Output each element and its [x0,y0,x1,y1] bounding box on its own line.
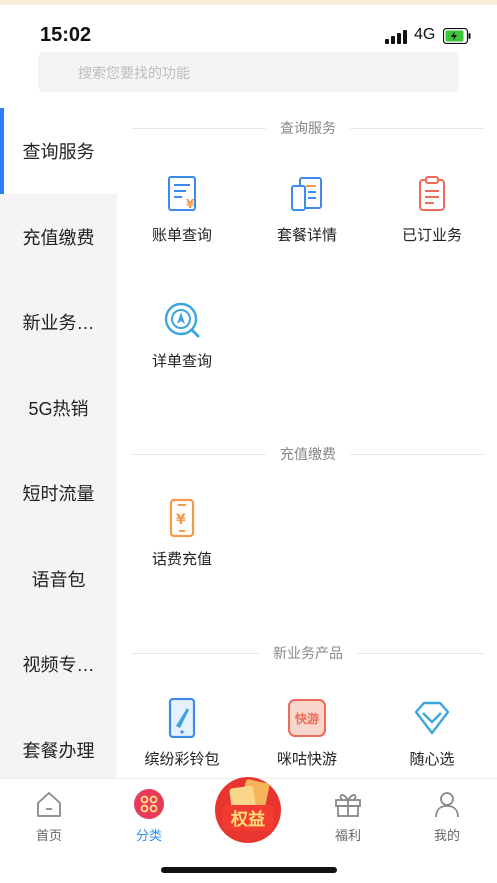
category-icon [134,789,164,819]
tile-detail-query[interactable]: 详单查询 [127,300,237,400]
tab-label: 分类 [135,828,162,843]
clipboard-icon [419,176,445,211]
tab-label: 我的 [433,828,460,843]
tile-migu-game[interactable]: 快游 咪咕快游 [252,698,362,778]
tab-label: 福利 [334,828,361,843]
tab-label: 首页 [35,828,62,843]
sidebar-item-label: 新业务… [22,313,95,333]
gift-icon [335,794,361,817]
sidebar-item-label: 5G热销 [28,399,89,419]
home-icon [37,792,61,817]
rights-badge-icon[interactable]: 权益 [213,775,283,845]
migu-game-icon: 快游 [288,699,326,737]
sidebar-item-query-services[interactable]: 查询服务 [0,108,117,194]
tile-label: 已订业务 [401,227,462,244]
tile-ringtone-pack[interactable]: 缤纷彩铃包 [127,698,237,778]
sidebar-item-5g-hot[interactable]: 5G热销 [0,365,117,451]
status-bar: 15:02 4G [0,18,497,54]
section-title-query: 查询服务 [132,118,484,138]
sidebar-item-label: 充值缴费 [22,228,95,248]
tile-label: 话费充值 [151,551,212,568]
package-detail-icon [291,177,322,211]
tile-bill-query[interactable]: ¥ 账单查询 [127,174,237,274]
search-input[interactable]: 搜索您要找的功能 [38,52,459,92]
tile-free-choice[interactable]: 随心选 [377,698,487,778]
tab-welfare[interactable]: 福利 [308,787,388,847]
tile-label: 咪咕快游 [276,751,337,768]
user-icon [435,792,459,818]
tile-label: 随心选 [409,751,455,768]
svg-text:权益: 权益 [230,809,265,830]
phone-recharge-icon: ¥ [169,498,195,538]
status-time: 15:02 [40,24,92,46]
tile-subscribed-services[interactable]: 已订业务 [377,174,487,274]
sidebar-item-label: 套餐办理 [22,741,95,761]
sidebar-item-label: 视频专… [22,655,95,675]
svg-text:¥: ¥ [186,197,195,211]
tab-mine[interactable]: 我的 [407,787,487,847]
svg-text:¥: ¥ [176,512,186,528]
section-title-recharge: 充值缴费 [132,444,484,464]
sidebar-item-recharge[interactable]: 充值缴费 [0,194,117,280]
sidebar-item-label: 语音包 [31,570,86,590]
category-sidebar: 查询服务 充值缴费 新业务… 5G热销 短时流量 语音包 视频专… 套餐办理 [0,108,117,778]
category-content: 查询服务 ¥ 账单查询 套餐详情 已订业务 详单查询 充值缴费 ¥ 话费充值 新… [117,108,497,778]
section-title-new-business: 新业务产品 [132,643,484,663]
diamond-icon [414,701,450,735]
sidebar-item-label: 短时流量 [22,484,95,504]
network-type: 4G [414,26,436,43]
sidebar-item-voice-pack[interactable]: 语音包 [0,536,117,622]
tile-phone-recharge[interactable]: ¥ 话费充值 [127,498,237,598]
svg-text:快游: 快游 [295,711,319,726]
signal-icon [385,30,409,44]
tile-label: 账单查询 [151,227,212,244]
search-placeholder: 搜索您要找的功能 [78,65,190,81]
sidebar-item-video[interactable]: 视频专… [0,621,117,707]
top-accent-bar [0,0,497,5]
tile-label: 缤纷彩铃包 [144,751,220,768]
tile-label: 详单查询 [151,353,212,370]
tab-home[interactable]: 首页 [9,787,89,847]
home-indicator [161,867,337,873]
sidebar-item-label: 查询服务 [22,142,95,162]
bill-icon: ¥ [168,176,196,211]
sidebar-item-new-business[interactable]: 新业务… [0,279,117,365]
tab-category[interactable]: 分类 [109,787,189,847]
sidebar-item-short-data[interactable]: 短时流量 [0,450,117,536]
tile-package-detail[interactable]: 套餐详情 [252,174,362,274]
ringtone-phone-icon [168,698,196,738]
tile-label: 套餐详情 [276,227,337,244]
battery-icon [443,28,471,44]
target-search-icon [164,302,200,338]
